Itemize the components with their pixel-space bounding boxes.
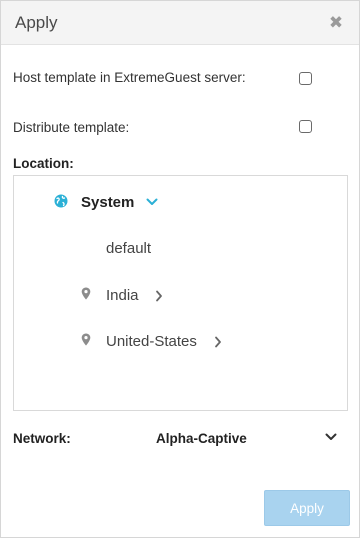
close-icon[interactable]: ✖ [327,14,345,32]
dialog-title: Apply [15,13,58,32]
location-tree: System default India United-States [13,175,348,411]
distribute-template-checkbox[interactable] [299,120,312,133]
tree-node-india[interactable]: India [106,287,139,305]
location-label: Location: [13,156,74,171]
apply-button[interactable]: Apply [264,490,350,526]
map-pin-icon [81,287,91,300]
map-pin-icon [81,333,91,346]
host-template-checkbox[interactable] [299,72,312,85]
distribute-template-label: Distribute template: [13,120,130,135]
chevron-down-icon[interactable] [146,198,158,206]
chevron-right-icon[interactable] [155,290,163,302]
chevron-down-icon[interactable] [325,433,337,441]
tree-node-default[interactable]: default [106,240,151,258]
apply-dialog: Apply ✖ Host template in ExtremeGuest se… [0,0,360,538]
network-label: Network: [13,431,71,446]
globe-icon [54,194,68,208]
network-value: Alpha-Captive [156,431,247,446]
tree-node-united-states[interactable]: United-States [106,333,197,351]
chevron-right-icon[interactable] [214,336,222,348]
network-select[interactable]: Alpha-Captive [151,425,347,453]
host-template-label: Host template in ExtremeGuest server: [13,70,246,85]
dialog-header: Apply ✖ [1,1,359,45]
tree-node-system[interactable]: System [81,194,134,212]
